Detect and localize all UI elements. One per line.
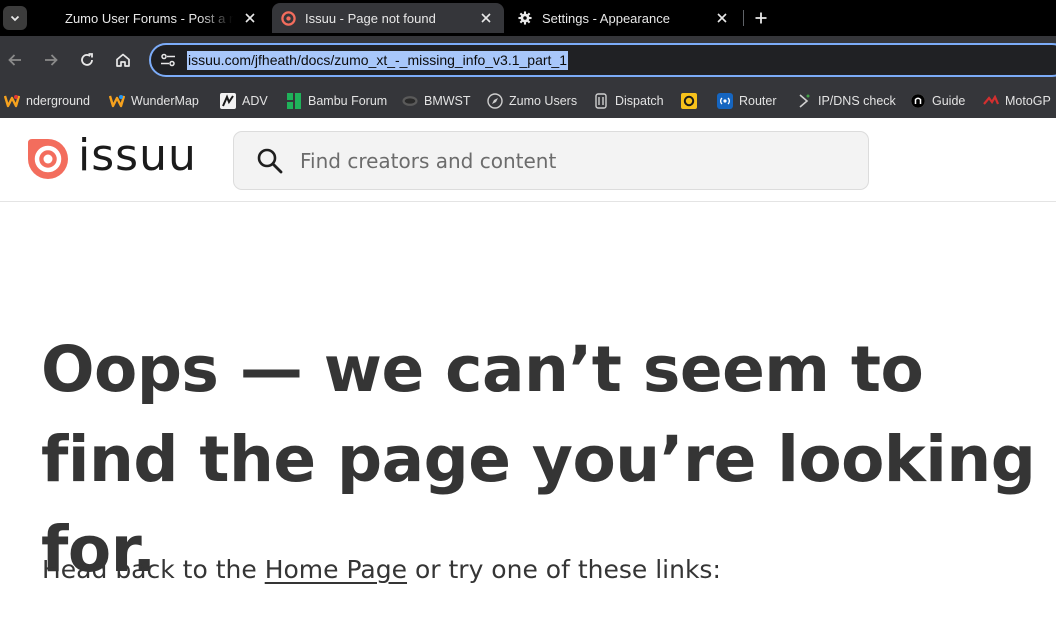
help-text: Head back to the Home Page or try one of… xyxy=(42,552,721,588)
dispatch-icon xyxy=(593,93,609,109)
dns-icon xyxy=(796,93,812,109)
tab-title: Zumo User Forums - Post a reply xyxy=(65,10,233,26)
wunderground-icon xyxy=(4,93,20,109)
logo-text: issuu xyxy=(78,130,197,181)
router-icon xyxy=(717,93,733,109)
plus-icon xyxy=(755,12,767,24)
address-bar[interactable]: issuu.com/jfheath/docs/zumo_xt_-_missing… xyxy=(149,43,1056,77)
reload-icon xyxy=(81,53,93,66)
tab-title: Settings - Appearance xyxy=(542,10,670,26)
tab-zumo-forums[interactable]: Zumo User Forums - Post a reply xyxy=(40,3,268,33)
issuu-logo[interactable]: issuu xyxy=(28,130,197,181)
tab-title: Issuu - Page not found xyxy=(305,10,436,26)
tune-icon xyxy=(161,53,175,67)
search-input[interactable] xyxy=(300,144,840,178)
close-icon xyxy=(481,13,491,23)
wundermap-icon xyxy=(109,93,125,109)
tab-search-button[interactable] xyxy=(3,6,27,30)
bambu-icon xyxy=(286,93,302,109)
issuu-logo-mark-icon xyxy=(28,139,68,179)
reload-button[interactable] xyxy=(75,48,99,72)
bmwst-icon xyxy=(402,93,418,109)
help-suffix: or try one of these links: xyxy=(414,555,721,584)
bookmark-ip-dns-check[interactable]: IP/DNS check xyxy=(796,89,896,113)
guide-icon xyxy=(910,93,926,109)
bookmarks-bar: nderground WunderMap ADV Bambu Forum BMW… xyxy=(0,84,1056,118)
bookmark-wundermap[interactable]: WunderMap xyxy=(109,89,199,113)
close-icon xyxy=(717,13,727,23)
back-button[interactable] xyxy=(3,48,27,72)
tab-strip: Zumo User Forums - Post a reply Issuu - … xyxy=(0,0,1056,36)
yellow-ring-icon xyxy=(681,93,697,109)
site-header: issuu xyxy=(0,118,1056,202)
issuu-favicon-icon xyxy=(280,10,296,26)
bookmark-dispatch[interactable]: Dispatch xyxy=(593,89,664,113)
arrow-left-icon xyxy=(8,54,21,66)
gear-icon xyxy=(517,10,533,26)
new-tab-button[interactable] xyxy=(750,6,772,30)
bookmark-zumo-users[interactable]: Zumo Users xyxy=(487,89,577,113)
bookmark-wunderground[interactable]: nderground xyxy=(4,89,90,113)
close-tab-button[interactable] xyxy=(714,10,730,26)
close-icon xyxy=(245,13,255,23)
url-text[interactable]: issuu.com/jfheath/docs/zumo_xt_-_missing… xyxy=(187,51,568,70)
bookmark-bambu-forum[interactable]: Bambu Forum xyxy=(286,89,387,113)
bookmark-motogp[interactable]: MotoGP xyxy=(983,89,1051,113)
arrow-right-icon xyxy=(45,54,58,66)
bookmark-adv[interactable]: ADV xyxy=(220,89,268,113)
home-icon xyxy=(116,53,130,67)
home-page-link[interactable]: Home Page xyxy=(265,555,407,584)
tab-issuu[interactable]: Issuu - Page not found xyxy=(272,3,504,33)
tab-separator xyxy=(743,10,744,26)
bookmark-bmwst[interactable]: BMWST xyxy=(402,89,471,113)
bookmark-router[interactable]: Router xyxy=(717,89,777,113)
compass-icon xyxy=(487,93,503,109)
motogp-icon xyxy=(983,93,999,109)
browser-toolbar: issuu.com/jfheath/docs/zumo_xt_-_missing… xyxy=(0,36,1056,84)
site-info-button[interactable] xyxy=(158,51,178,69)
chevron-down-icon xyxy=(10,15,20,22)
search-bar[interactable] xyxy=(233,131,869,190)
close-tab-button[interactable] xyxy=(478,10,494,26)
forward-button[interactable] xyxy=(39,48,63,72)
help-prefix: Head back to the xyxy=(42,555,257,584)
close-tab-button[interactable] xyxy=(242,10,258,26)
bookmark-unnamed[interactable] xyxy=(681,89,703,113)
tab-settings[interactable]: Settings - Appearance xyxy=(508,3,740,33)
adv-icon xyxy=(220,93,236,109)
bookmark-guide[interactable]: Guide xyxy=(910,89,965,113)
search-icon xyxy=(257,148,283,174)
home-button[interactable] xyxy=(111,48,135,72)
